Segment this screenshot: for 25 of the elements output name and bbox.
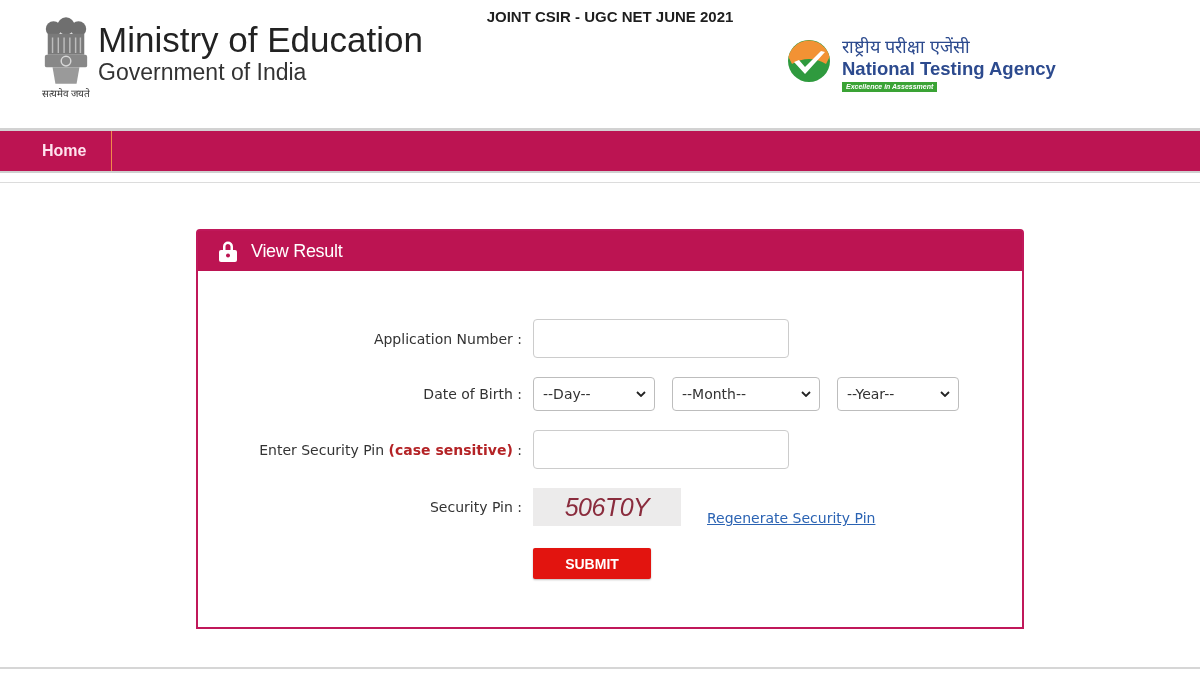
regenerate-link[interactable]: Regenerate Security Pin [707,510,876,526]
chevron-down-icon [801,391,811,397]
padlock-icon [219,240,237,262]
home-link[interactable]: Home [0,131,113,171]
dropdown-select[interactable]: --Day-- [533,377,655,411]
ministry-name: Ministry of Education [98,20,423,59]
check-circle-icon [788,40,830,82]
chevron-down-icon [636,391,646,397]
submit-button[interactable]: SUBMIT [533,548,651,579]
dropdown-select[interactable]: --Year-- [837,377,959,411]
agency-name-hindi: राष्ट्रीय परीक्षा एजेंसी [842,36,970,58]
chevron-down-icon [940,391,950,397]
page-title: JOINT CSIR - UGC NET JUNE 2021 [486,7,734,27]
agency-name: National Testing Agency [842,58,1056,80]
field-label: Enter Security Pin (case sensitive) : [259,441,522,458]
input-field[interactable] [533,319,789,358]
field-label: Application Number : [373,330,522,347]
dropdown-select[interactable]: --Month-- [672,377,820,411]
field-label: Security Pin : [430,499,522,515]
panel-title: View Result [251,240,343,262]
ministry-subtitle: Government of India [98,58,308,85]
captcha-image: 506T0Y [533,488,681,526]
field-label: Date of Birth : [423,386,522,402]
motto-text: सत्यमेव जयते [41,88,91,100]
input-field[interactable] [533,430,789,469]
